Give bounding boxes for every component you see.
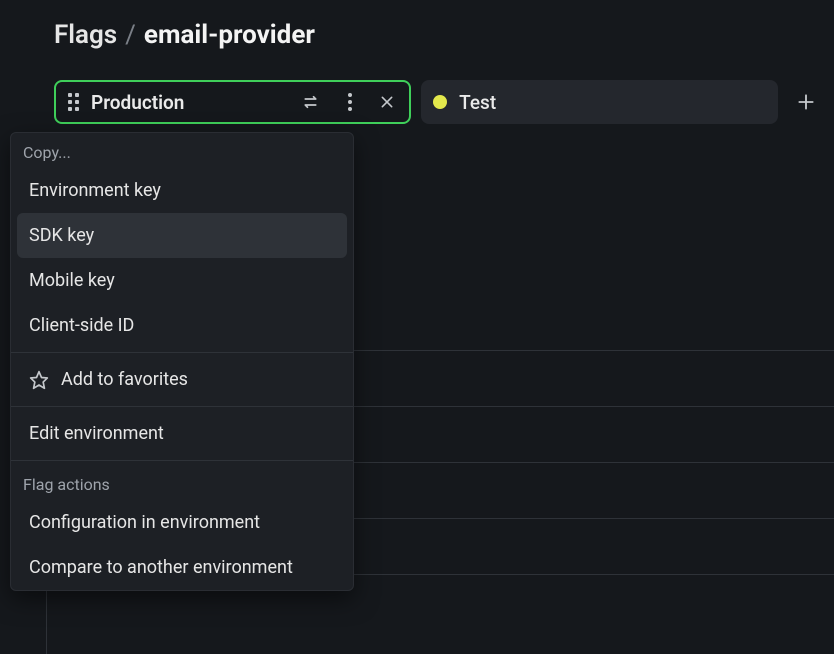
plus-icon <box>796 92 816 112</box>
close-icon[interactable] <box>379 94 395 110</box>
env-tab-label: Production <box>91 91 184 114</box>
swap-icon[interactable] <box>303 93 321 111</box>
dropdown-item-env-key[interactable]: Environment key <box>11 168 353 213</box>
dropdown-divider <box>11 352 353 353</box>
more-icon[interactable] <box>343 93 357 111</box>
add-environment-button[interactable] <box>788 84 824 120</box>
status-dot-icon <box>433 95 447 109</box>
env-tab-left: Production <box>68 91 184 114</box>
drag-handle-icon[interactable] <box>68 93 79 111</box>
env-tab-actions <box>303 93 395 111</box>
breadcrumb: Flags / email-provider <box>0 0 834 50</box>
breadcrumb-current: email-provider <box>144 20 315 50</box>
breadcrumb-separator: / <box>125 20 136 50</box>
env-tab-left: Test <box>433 91 496 114</box>
env-tab-test[interactable]: Test <box>421 80 778 124</box>
dropdown-section-copy: Copy... <box>11 133 353 168</box>
dropdown-item-client-side-id[interactable]: Client-side ID <box>11 303 353 348</box>
dropdown-divider <box>11 406 353 407</box>
dropdown-item-edit-env[interactable]: Edit environment <box>11 411 353 456</box>
breadcrumb-root[interactable]: Flags <box>54 20 117 50</box>
star-icon <box>29 370 49 390</box>
dropdown-item-mobile-key[interactable]: Mobile key <box>11 258 353 303</box>
environment-tabs: Production Test <box>0 50 834 124</box>
dropdown-item-compare-env[interactable]: Compare to another environment <box>11 545 353 590</box>
env-tab-production[interactable]: Production <box>54 80 411 124</box>
dropdown-item-favorites[interactable]: Add to favorites <box>11 357 353 402</box>
dropdown-divider <box>11 460 353 461</box>
dropdown-item-config-env[interactable]: Configuration in environment <box>11 500 353 545</box>
dropdown-section-flag-actions: Flag actions <box>11 465 353 500</box>
environment-dropdown-menu: Copy... Environment key SDK key Mobile k… <box>10 132 354 591</box>
dropdown-item-sdk-key[interactable]: SDK key <box>17 213 347 258</box>
dropdown-item-label: Add to favorites <box>61 369 188 390</box>
env-tab-label: Test <box>459 91 496 114</box>
